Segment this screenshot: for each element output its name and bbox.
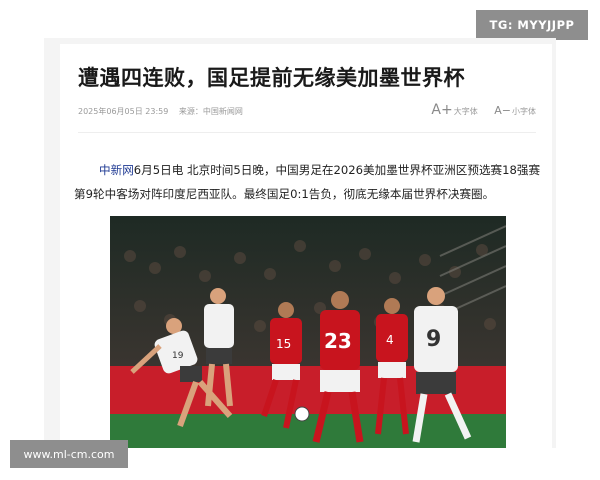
svg-text:4: 4 bbox=[386, 333, 394, 347]
font-large-button[interactable]: A+ 大字体 bbox=[431, 102, 477, 118]
font-large-icon: A+ bbox=[431, 102, 453, 118]
font-large-label: 大字体 bbox=[453, 107, 478, 116]
article-panel: 遭遇四连败，国足提前无缘美加墨世界杯 2025年06月05日 23:59 来源：… bbox=[60, 44, 552, 448]
article-meta: 2025年06月05日 23:59 来源：中国新闻网 bbox=[78, 106, 251, 117]
font-small-icon: A− bbox=[494, 104, 511, 117]
meta-divider bbox=[78, 132, 536, 133]
article-source: 来源：中国新闻网 bbox=[178, 107, 243, 116]
watermark-url: www.ml-cm.com bbox=[10, 440, 128, 468]
pitch bbox=[110, 414, 506, 448]
font-size-controls: A+ 大字体 A− 小字体 bbox=[417, 102, 536, 118]
watermark-tg: TG: MYYJJPP bbox=[476, 10, 588, 40]
publish-date: 2025年06月05日 23:59 bbox=[78, 107, 169, 116]
font-small-label: 小字体 bbox=[512, 107, 536, 116]
match-photo-illustration: 19 15 23 4 9 bbox=[110, 216, 506, 448]
svg-text:15: 15 bbox=[276, 337, 291, 351]
article-title: 遭遇四连败，国足提前无缘美加墨世界杯 bbox=[78, 66, 465, 90]
svg-text:9: 9 bbox=[426, 327, 441, 352]
svg-text:23: 23 bbox=[324, 329, 352, 353]
font-small-button[interactable]: A− 小字体 bbox=[494, 104, 536, 117]
match-photo: 19 15 23 4 9 bbox=[110, 216, 506, 448]
lead-text: 6月5日电 北京时间5日晚，中国男足在2026美加墨世界杯亚洲区预选赛18强赛第… bbox=[74, 163, 541, 201]
football bbox=[294, 406, 310, 422]
lead-source-link[interactable]: 中新网 bbox=[99, 163, 134, 177]
article-lead: 中新网6月5日电 北京时间5日晚，中国男足在2026美加墨世界杯亚洲区预选赛18… bbox=[74, 158, 544, 206]
svg-text:19: 19 bbox=[172, 351, 184, 361]
